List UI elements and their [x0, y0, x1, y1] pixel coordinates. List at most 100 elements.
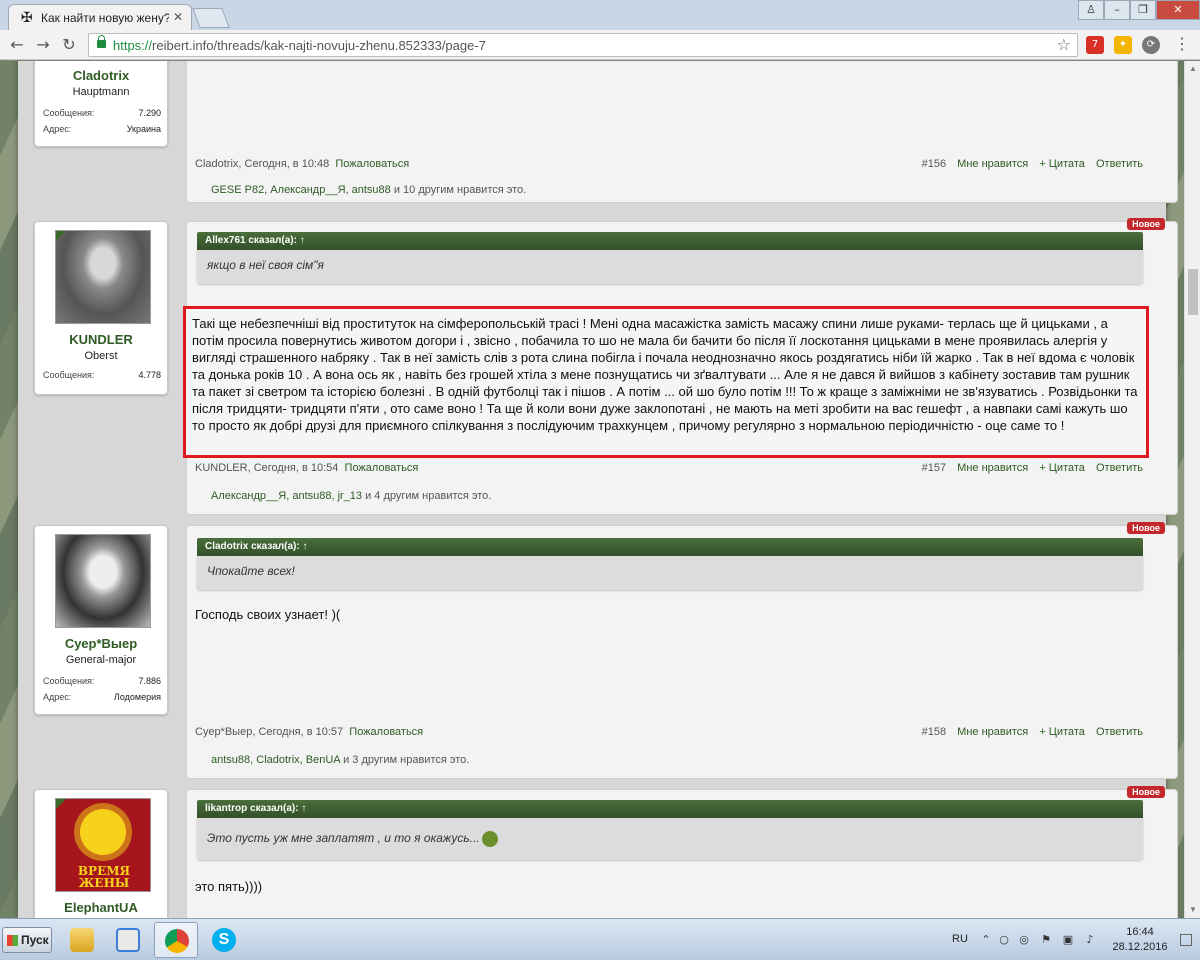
message-text: Такі ще небезпечніші від проституток на …	[183, 306, 1149, 458]
title-bar: ✠ Как найти новую жену? ✕ ♙ – ❐ ✕	[0, 0, 1200, 30]
user-card: KUNDLER Oberst Сообщения: 4.778	[34, 221, 168, 395]
author-link[interactable]: Суер*Выер	[195, 726, 252, 738]
post-time[interactable]: Сегодня, в 10:48	[245, 158, 330, 170]
smiley-soldier-icon	[481, 831, 498, 847]
author-link[interactable]: Cladotrix	[195, 158, 238, 170]
address-bar[interactable]: https://reibert.info/threads/kak-najti-n…	[88, 33, 1078, 57]
close-window-button[interactable]: ✕	[1156, 0, 1200, 20]
scroll-up-icon[interactable]: ▲	[1185, 61, 1200, 77]
username[interactable]: KUNDLER	[35, 332, 167, 347]
reply-link[interactable]: Ответить	[1096, 726, 1143, 738]
skype-icon: S	[212, 928, 236, 952]
quote-header[interactable]: likantrop сказал(а): ↑	[197, 800, 1143, 818]
author-link[interactable]: KUNDLER	[195, 462, 248, 474]
post-time[interactable]: Сегодня, в 10:57	[258, 726, 343, 738]
post-number[interactable]: #158	[922, 726, 946, 738]
report-link[interactable]: Пожаловаться	[345, 462, 419, 474]
user-card: Суер*Выер General-major Сообщения: 7.886 …	[34, 525, 168, 715]
language-indicator[interactable]: RU	[952, 933, 968, 945]
windows-taskbar: Пуск S RU ⌃ ○ ◎ ⚑ ▣ ♪ 16:44 28.12.2016	[0, 918, 1200, 960]
likes-names[interactable]: antsu88, Cladotrix, BenUA	[211, 754, 340, 766]
avatar[interactable]: ВРЕМЯ ЖЕНЫ	[55, 798, 151, 892]
media-player-icon	[116, 928, 140, 952]
user-address: Адрес: Украина	[43, 124, 161, 134]
minimize-button[interactable]: –	[1104, 0, 1130, 20]
username[interactable]: Суер*Выер	[35, 636, 167, 651]
likes-summary: Александр__Я, antsu88, jr_13 и 4 другим …	[211, 490, 492, 502]
reload-icon[interactable]: ↻	[58, 34, 80, 56]
tray-ring-icon[interactable]: ◎	[1018, 934, 1030, 946]
likes-summary: GESE P82, Александр__Я, antsu88 и 10 дру…	[211, 184, 527, 196]
user-address: Адрес: Лодомерия	[43, 692, 161, 702]
tray-expand-icon[interactable]: ⌃	[980, 934, 992, 946]
chrome-menu-icon[interactable]: ⋮	[1174, 34, 1190, 53]
likes-names[interactable]: GESE P82, Александр__Я, antsu88	[211, 184, 391, 196]
page-viewport: Cladotrix Hauptmann Сообщения: 7.290 Адре…	[0, 61, 1184, 918]
message-text: это пять))))	[195, 879, 263, 894]
report-link[interactable]: Пожаловаться	[349, 726, 423, 738]
like-link[interactable]: Мне нравится	[957, 726, 1028, 738]
network-icon[interactable]: ▣	[1062, 934, 1074, 946]
system-clock[interactable]: 16:44 28.12.2016	[1110, 925, 1170, 955]
extension-sync-icon[interactable]: ⟳	[1142, 36, 1160, 54]
windows-flag-icon	[7, 935, 18, 946]
action-center-flag-icon[interactable]: ⚑	[1040, 934, 1052, 946]
user-messages: Сообщения: 4.778	[43, 370, 161, 380]
avatar[interactable]	[55, 534, 151, 628]
user-icon[interactable]: ♙	[1078, 0, 1104, 20]
scroll-thumb[interactable]	[1188, 269, 1198, 315]
folder-icon	[70, 928, 94, 952]
user-card: Cladotrix Hauptmann Сообщения: 7.290 Адре…	[34, 61, 168, 147]
taskbar-media-player[interactable]	[106, 922, 150, 958]
volume-icon[interactable]: ♪	[1084, 934, 1096, 946]
avatar-caption: ВРЕМЯ ЖЕНЫ	[77, 864, 131, 890]
back-icon[interactable]: ←	[6, 34, 28, 56]
scroll-down-icon[interactable]: ▼	[1185, 902, 1200, 918]
user-rank: General-major	[65, 654, 137, 666]
post-number[interactable]: #157	[922, 462, 946, 474]
like-link[interactable]: Мне нравится	[957, 462, 1028, 474]
quote-link[interactable]: + Цитата	[1039, 726, 1085, 738]
quote-header[interactable]: Allex761 сказал(а): ↑	[197, 232, 1143, 250]
forum-content: Cladotrix Hauptmann Сообщения: 7.290 Адре…	[18, 61, 1178, 918]
extension-puzzle-icon[interactable]: ✦	[1114, 36, 1132, 54]
tray-green-icon[interactable]: ○	[998, 934, 1010, 946]
new-tab-button[interactable]	[192, 8, 230, 28]
post-number[interactable]: #156	[922, 158, 946, 170]
likes-names[interactable]: Александр__Я, antsu88, jr_13	[211, 490, 362, 502]
close-tab-icon[interactable]: ✕	[173, 10, 183, 24]
message-box: Cladotrix, Сегодня, в 10:48 Пожаловаться…	[186, 61, 1178, 203]
new-badge: Новое	[1127, 786, 1165, 798]
user-rank: Hauptmann	[72, 86, 130, 98]
message-box: Новое likantrop сказал(а): ↑ Это пусть у…	[186, 786, 1178, 918]
user-card: ВРЕМЯ ЖЕНЫ ElephantUA	[34, 789, 168, 918]
taskbar-skype[interactable]: S	[202, 922, 246, 958]
avatar[interactable]	[55, 230, 151, 324]
user-messages: Сообщения: 7.886	[43, 676, 161, 686]
quote-header[interactable]: Cladotrix сказал(а): ↑	[197, 538, 1143, 556]
message-text: Господь своих узнает! )(	[195, 607, 341, 622]
forward-icon[interactable]: →	[32, 34, 54, 56]
restore-button[interactable]: ❐	[1130, 0, 1156, 20]
page-scrollbar[interactable]: ▲ ▼	[1184, 61, 1200, 918]
start-button[interactable]: Пуск	[2, 927, 52, 953]
like-link[interactable]: Мне нравится	[957, 158, 1028, 170]
extension-icon[interactable]: 7	[1086, 36, 1104, 54]
user-messages: Сообщения: 7.290	[43, 108, 161, 118]
bookmark-star-icon[interactable]: ☆	[1057, 35, 1071, 54]
lock-icon	[97, 35, 106, 48]
quote-text: Чпокайте всех!	[197, 556, 1143, 590]
taskbar-explorer[interactable]	[60, 922, 104, 958]
show-desktop-icon[interactable]	[1180, 934, 1192, 946]
post-time[interactable]: Сегодня, в 10:54	[254, 462, 339, 474]
reply-link[interactable]: Ответить	[1096, 462, 1143, 474]
report-link[interactable]: Пожаловаться	[335, 158, 409, 170]
username[interactable]: Cladotrix	[35, 68, 167, 83]
reply-link[interactable]: Ответить	[1096, 158, 1143, 170]
username[interactable]: ElephantUA	[35, 900, 167, 915]
browser-tab[interactable]: ✠ Как найти новую жену? ✕	[8, 4, 192, 30]
quote-link[interactable]: + Цитата	[1039, 462, 1085, 474]
taskbar-chrome[interactable]	[154, 922, 198, 958]
quote-link[interactable]: + Цитата	[1039, 158, 1085, 170]
browser-toolbar: ← → ↻ https://reibert.info/threads/kak-n…	[0, 30, 1200, 60]
